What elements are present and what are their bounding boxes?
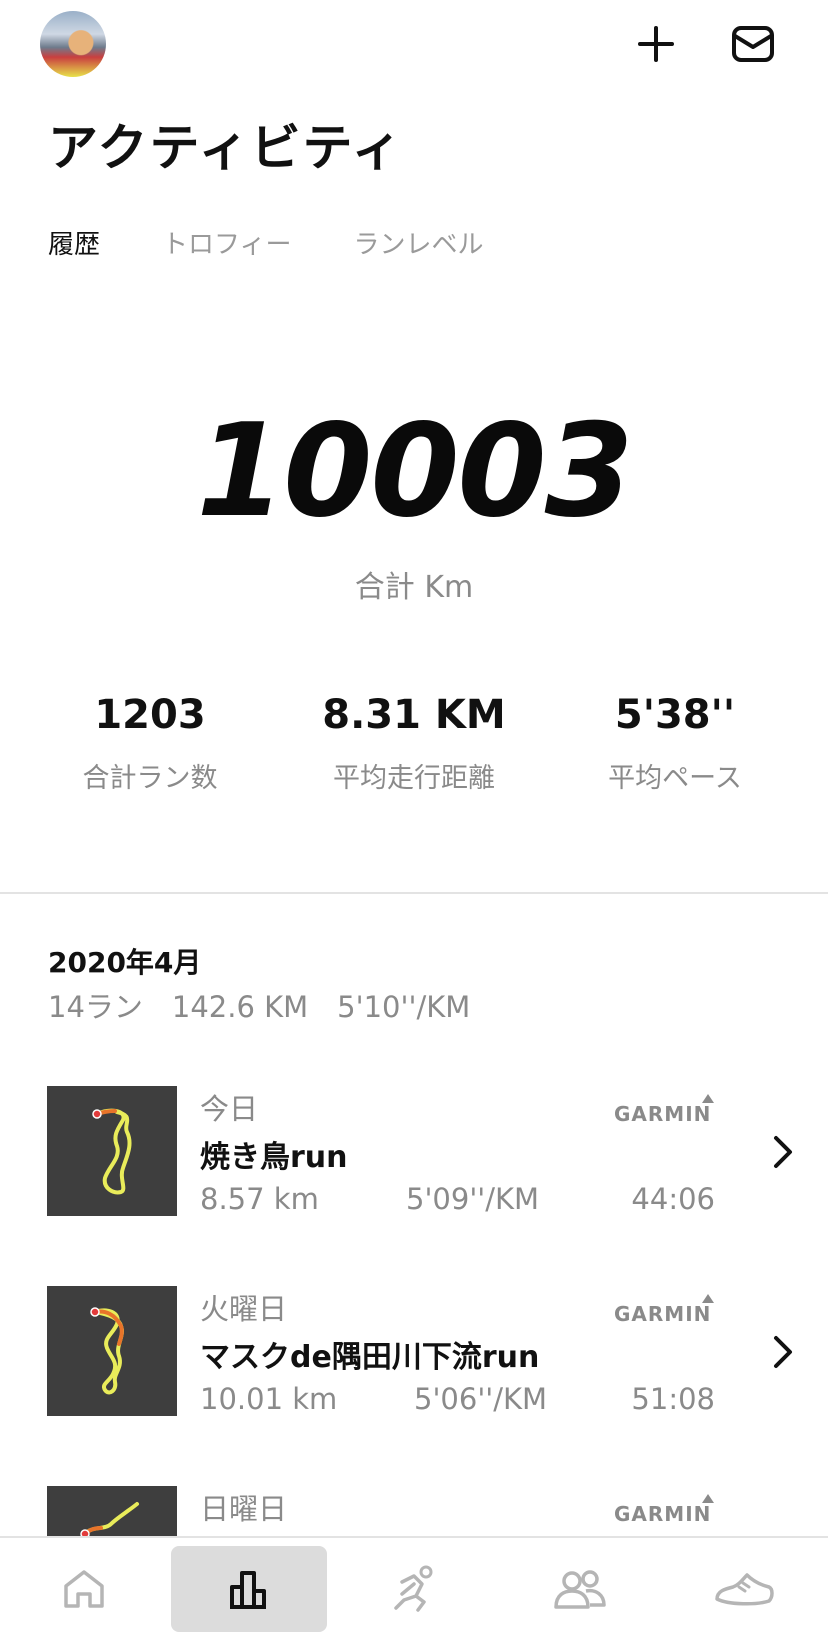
nav-activity[interactable] [171,1546,327,1632]
month-title: 2020年4月 [48,946,202,979]
chevron-right-icon [774,1136,792,1168]
total-distance-value: 10003 [196,397,633,546]
activity-tabs: 履歴 トロフィー ランレベル [48,224,546,261]
garmin-logo: GARMIN [614,1094,718,1126]
run-pace: 5'06''/KM [414,1382,548,1416]
plus-icon [638,26,674,62]
garmin-logo: GARMIN [614,1294,718,1326]
bottom-navigation [0,1536,828,1636]
stat-average-pace: 5'38'' 平均ペース [545,692,805,795]
home-icon [64,1570,104,1608]
stat-label: 平均走行距離 [333,763,495,794]
stat-label: 合計ラン数 [82,763,218,794]
garmin-triangle-icon [702,1094,714,1103]
shoe-icon [715,1573,774,1606]
garmin-logo-text: GARMIN [614,1502,712,1526]
garmin-triangle-icon [702,1294,714,1303]
garmin-triangle-icon [702,1494,714,1503]
add-activity-button[interactable] [630,18,682,70]
top-bar [0,0,828,95]
tab-run-level[interactable]: ランレベル [354,224,484,261]
nav-club[interactable] [501,1546,657,1632]
run-list-item[interactable]: 今日 GARMIN 焼き鳥run 8.57 km 5'09''/KM 44:06 [0,1086,828,1216]
club-people-icon [554,1570,606,1609]
stat-value: 5'38'' [614,692,736,738]
nav-shoes[interactable] [666,1546,822,1632]
inbox-button[interactable] [727,18,779,70]
route-map-thumbnail [47,1086,177,1216]
run-distance: 8.57 km [200,1182,319,1216]
tab-history[interactable]: 履歴 [48,224,100,261]
nav-run[interactable] [336,1546,492,1632]
garmin-logo-text: GARMIN [614,1302,712,1326]
route-map-thumbnail [47,1286,177,1416]
stat-value: 8.31 KM [322,692,506,738]
run-duration: 51:08 [631,1382,715,1416]
run-duration: 44:06 [631,1182,715,1216]
run-list-item[interactable]: 火曜日 GARMIN マスクde隅田川下流run 10.01 km 5'06''… [0,1286,828,1416]
stat-label: 平均ペース [608,763,742,794]
garmin-logo-text: GARMIN [614,1102,712,1126]
mail-icon [732,26,774,62]
garmin-logo: GARMIN [614,1494,718,1526]
profile-avatar[interactable] [40,11,106,77]
run-day: 今日 [200,1092,259,1126]
stat-value: 1203 [94,692,206,738]
run-distance: 10.01 km [200,1382,338,1416]
total-distance-label: 合計 Km [354,570,474,605]
run-pace: 5'09''/KM [406,1182,540,1216]
page-title: アクティビティ [48,119,404,177]
chevron-right-icon [774,1336,792,1368]
run-name: マスクde隅田川下流run [200,1340,540,1375]
runner-icon [394,1565,433,1612]
run-name: 焼き鳥run [200,1140,348,1175]
nav-home[interactable] [6,1546,162,1632]
stat-total-runs: 1203 合計ラン数 [20,692,280,795]
tab-trophies[interactable]: トロフィー [162,224,291,261]
month-summary: 14ラン 142.6 KM 5'10''/KM [48,990,471,1024]
route-path [90,1307,124,1395]
activity-bar-chart-icon [230,1571,266,1609]
section-divider [0,892,828,894]
stat-average-distance: 8.31 KM 平均走行距離 [284,692,544,795]
run-day: 日曜日 [200,1492,288,1526]
route-path [92,1108,132,1195]
run-day: 火曜日 [200,1292,288,1326]
